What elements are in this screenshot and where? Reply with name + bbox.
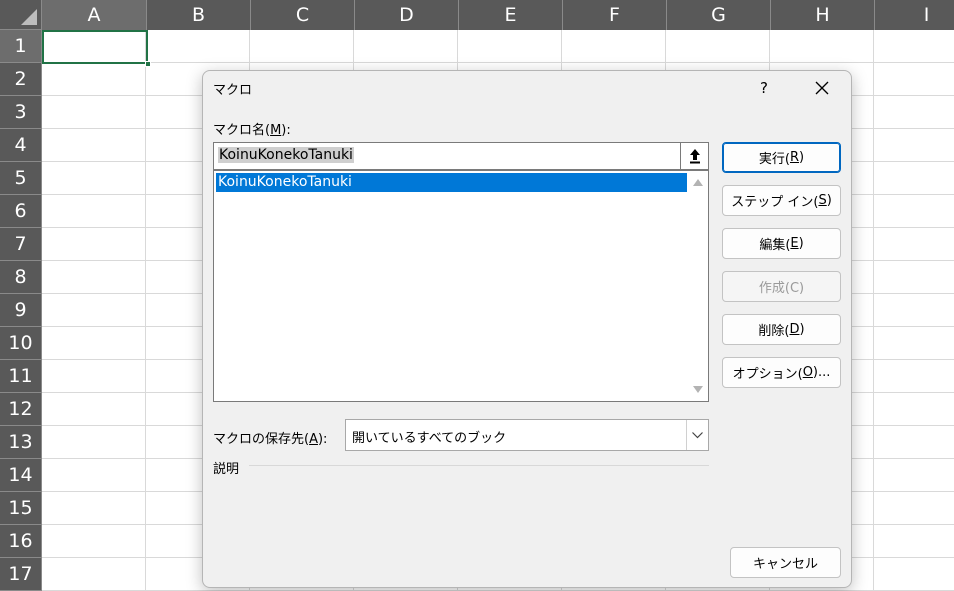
column-header-e[interactable]: E	[459, 0, 563, 30]
macro-location-label-suffix: ):	[317, 432, 328, 447]
scroll-down-icon[interactable]	[693, 386, 703, 393]
macro-location-label: マクロの保存先(A):	[213, 428, 327, 447]
column-header-c[interactable]: C	[251, 0, 355, 30]
macro-name-input-value: KoinuKonekoTanuki	[218, 147, 354, 163]
column-header-a[interactable]: A	[42, 0, 147, 30]
edit-button-label-prefix: 編集(	[759, 238, 791, 253]
row-header[interactable]: 6	[0, 195, 42, 228]
list-item[interactable]: KoinuKonekoTanuki	[216, 173, 687, 192]
column-header-b[interactable]: B	[147, 0, 251, 30]
macro-name-label-prefix: マクロ名(	[213, 123, 271, 138]
fill-handle[interactable]	[145, 61, 151, 67]
scroll-up-icon[interactable]	[693, 179, 703, 186]
options-button-label-prefix: オプション(	[732, 367, 803, 382]
chevron-down-icon	[692, 431, 703, 438]
row-header[interactable]: 7	[0, 228, 42, 261]
delete-button-label-suffix: )	[799, 322, 805, 337]
macro-location-label-prefix: マクロの保存先(	[213, 432, 310, 447]
macro-dialog: マクロ ? マクロ名(M): KoinuKonekoTanuki KoinuKo…	[202, 70, 852, 588]
row-header[interactable]: 17	[0, 558, 42, 591]
active-cell-a1[interactable]	[42, 30, 148, 64]
row-header[interactable]: 10	[0, 327, 42, 360]
select-all-triangle-icon	[21, 9, 37, 25]
macro-name-input[interactable]: KoinuKonekoTanuki	[213, 142, 681, 170]
row-header[interactable]: 4	[0, 129, 42, 162]
macro-name-label: マクロ名(M):	[213, 119, 291, 138]
row-header[interactable]: 14	[0, 459, 42, 492]
upload-arrow-icon	[689, 149, 700, 164]
macro-name-label-key: M	[270, 123, 282, 138]
macro-location-select[interactable]: 開いているすべてのブック	[345, 419, 709, 451]
edit-button-label-key: E	[790, 236, 799, 251]
run-button-label-prefix: 実行(	[758, 152, 790, 167]
row-header[interactable]: 13	[0, 426, 42, 459]
row-header[interactable]: 5	[0, 162, 42, 195]
step-into-button[interactable]: ステップ イン(S)	[722, 185, 841, 216]
row-header[interactable]: 1	[0, 30, 42, 63]
help-button[interactable]: ?	[751, 75, 777, 101]
edit-button-label-suffix: )	[798, 236, 804, 251]
row-header[interactable]: 2	[0, 63, 42, 96]
row-header[interactable]: 3	[0, 96, 42, 129]
row-header[interactable]: 15	[0, 492, 42, 525]
row-header[interactable]: 11	[0, 360, 42, 393]
row-header[interactable]: 16	[0, 525, 42, 558]
macro-location-label-key: A	[309, 432, 318, 447]
select-name-button[interactable]	[681, 142, 709, 170]
column-header-i[interactable]: I	[875, 0, 954, 30]
run-button[interactable]: 実行(R)	[722, 142, 841, 173]
macro-name-label-suffix: ):	[281, 123, 291, 138]
edit-button[interactable]: 編集(E)	[722, 228, 841, 259]
options-button[interactable]: オプション(O)...	[722, 357, 841, 388]
dialog-title: マクロ	[213, 83, 253, 98]
create-button: 作成(C)	[722, 271, 841, 302]
delete-button-label-prefix: 削除(	[758, 324, 790, 339]
select-all-corner[interactable]	[0, 0, 42, 30]
column-header-g[interactable]: G	[667, 0, 771, 30]
column-header-h[interactable]: H	[771, 0, 875, 30]
options-button-label-suffix: )...	[812, 365, 831, 380]
row-header[interactable]: 9	[0, 294, 42, 327]
row-header[interactable]: 12	[0, 393, 42, 426]
dropdown-arrow[interactable]	[686, 420, 708, 450]
step-into-button-label-key: S	[818, 193, 827, 208]
delete-button-label-key: D	[789, 322, 800, 337]
column-header-f[interactable]: F	[563, 0, 667, 30]
options-button-label-key: O	[802, 365, 813, 380]
macro-list[interactable]: KoinuKonekoTanuki	[213, 170, 709, 402]
description-divider	[249, 465, 709, 466]
close-button[interactable]	[807, 75, 837, 101]
step-into-button-label-suffix: )	[826, 193, 832, 208]
list-scrollbar[interactable]	[689, 172, 707, 400]
close-icon	[815, 81, 829, 95]
column-header-d[interactable]: D	[355, 0, 459, 30]
delete-button[interactable]: 削除(D)	[722, 314, 841, 345]
macro-location-value: 開いているすべてのブック	[352, 431, 507, 446]
step-into-button-label-prefix: ステップ イン(	[731, 195, 819, 210]
row-header[interactable]: 8	[0, 261, 42, 294]
cancel-button[interactable]: キャンセル	[730, 547, 841, 578]
description-label: 説明	[213, 462, 240, 477]
run-button-label-key: R	[789, 150, 800, 165]
run-button-label-suffix: )	[799, 150, 805, 165]
